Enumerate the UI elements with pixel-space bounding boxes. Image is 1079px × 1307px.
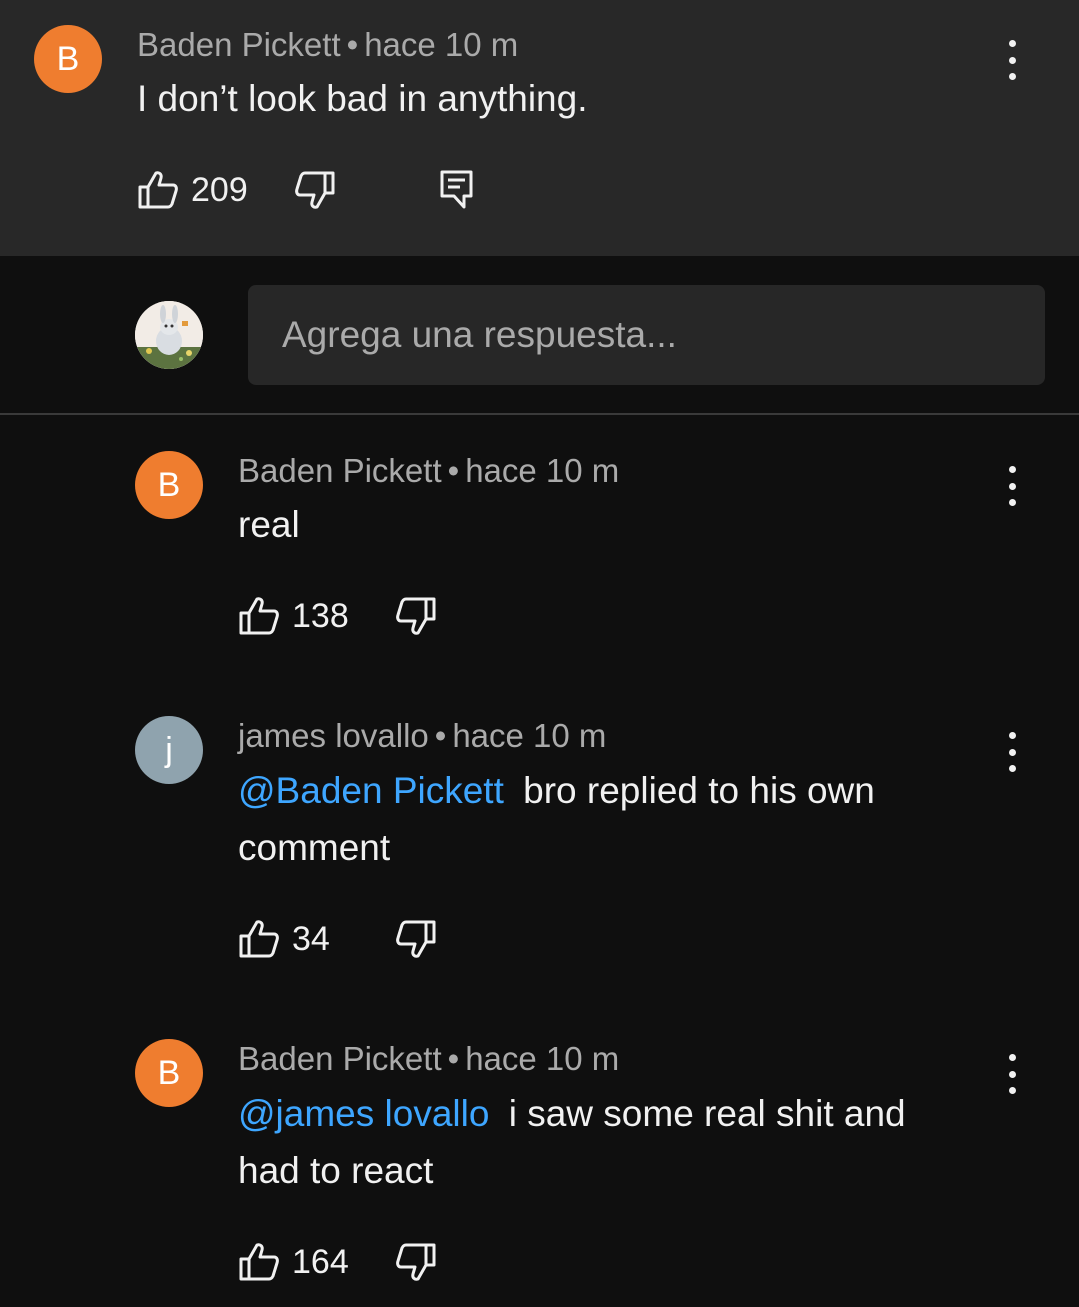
comment-text-line2: comment xyxy=(238,827,391,868)
avatar-letter: B xyxy=(157,1053,181,1092)
reply-input[interactable]: Agrega una respuesta... xyxy=(248,285,1045,385)
like-button[interactable]: 34 xyxy=(238,917,330,961)
meta-separator: • xyxy=(434,717,447,754)
like-button[interactable]: 138 xyxy=(238,594,349,638)
reply-button[interactable] xyxy=(440,168,474,212)
comment-text: @Baden Pickett bro replied to his own co… xyxy=(238,762,998,876)
comment-text: I don’t look bad in anything. xyxy=(137,78,588,119)
timestamp[interactable]: hace 10 m xyxy=(452,717,606,754)
timestamp[interactable]: hace 10 m xyxy=(465,452,619,489)
meta-separator: • xyxy=(447,1040,460,1077)
dislike-button[interactable] xyxy=(395,1240,437,1284)
like-icon xyxy=(239,597,279,635)
dislike-button[interactable] xyxy=(395,594,437,638)
author-name[interactable]: Baden Pickett xyxy=(238,1040,442,1077)
comment-meta: Baden Pickett • hace 10 m xyxy=(238,1040,619,1078)
avatar-letter: j xyxy=(165,730,173,769)
avatar-letter: B xyxy=(56,39,80,78)
reply-input-placeholder: Agrega una respuesta... xyxy=(282,314,677,355)
author-name[interactable]: Baden Pickett xyxy=(137,26,341,63)
timestamp[interactable]: hace 10 m xyxy=(465,1040,619,1077)
bunny-avatar-icon xyxy=(135,301,203,369)
like-button[interactable]: 209 xyxy=(137,168,248,212)
dislike-icon xyxy=(396,920,436,958)
more-options-icon[interactable] xyxy=(1002,40,1022,80)
current-user-avatar xyxy=(135,301,203,369)
avatar[interactable]: B xyxy=(135,1039,203,1107)
meta-separator: • xyxy=(346,26,359,63)
dislike-icon xyxy=(295,171,335,209)
like-count: 209 xyxy=(191,170,248,209)
comment-text: @james lovallo i saw some real shit and … xyxy=(238,1085,998,1199)
meta-separator: • xyxy=(447,452,460,489)
like-count: 164 xyxy=(292,1242,349,1281)
comment-text-line1: bro replied to his own xyxy=(523,770,875,811)
avatar-letter: B xyxy=(157,465,181,504)
dislike-icon xyxy=(396,597,436,635)
more-options-icon[interactable] xyxy=(1002,1054,1022,1094)
comment-text-line1: i saw some real shit and xyxy=(508,1093,906,1134)
like-count: 138 xyxy=(292,596,349,635)
avatar[interactable]: B xyxy=(135,451,203,519)
mention-link[interactable]: @james lovallo xyxy=(229,1093,498,1134)
like-count: 34 xyxy=(292,919,330,958)
like-icon xyxy=(138,171,178,209)
mention-link[interactable]: @Baden Pickett xyxy=(229,770,513,811)
like-icon xyxy=(239,920,279,958)
timestamp[interactable]: hace 10 m xyxy=(364,26,518,63)
author-name[interactable]: Baden Pickett xyxy=(238,452,442,489)
comment-meta: james lovallo • hace 10 m xyxy=(238,717,606,755)
like-button[interactable]: 164 xyxy=(238,1240,349,1284)
avatar[interactable]: B xyxy=(34,25,102,93)
comment-meta: Baden Pickett • hace 10 m xyxy=(137,26,518,64)
dislike-button[interactable] xyxy=(395,917,437,961)
highlighted-comment: B Baden Pickett • hace 10 m I don’t look b… xyxy=(0,0,1079,256)
dislike-button[interactable] xyxy=(294,168,336,212)
comment-text: real xyxy=(238,504,300,545)
author-name[interactable]: james lovallo xyxy=(238,717,429,754)
like-icon xyxy=(239,1243,279,1281)
reply-icon xyxy=(440,170,473,209)
comment-text-line2: had to react xyxy=(238,1150,434,1191)
dislike-icon xyxy=(396,1243,436,1281)
more-options-icon[interactable] xyxy=(1002,732,1022,772)
comment-meta: Baden Pickett • hace 10 m xyxy=(238,452,619,490)
avatar[interactable]: j xyxy=(135,716,203,784)
more-options-icon[interactable] xyxy=(1002,466,1022,506)
divider xyxy=(0,413,1079,415)
